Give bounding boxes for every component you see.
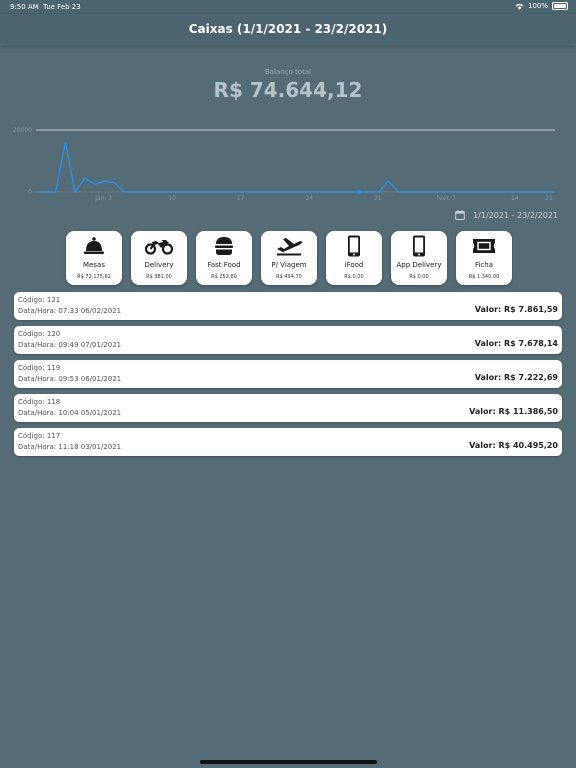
chart-x-tick-label: 31 (374, 195, 382, 202)
category-label: iFood (344, 261, 364, 269)
chart-x-tick-label: 24 (305, 195, 313, 202)
caixa-datetime: Data/Hora: 11:18 03/01/2021 (18, 443, 122, 451)
bell-icon (84, 237, 104, 254)
page-title: Caixas (1/1/2021 - 23/2/2021) (188, 22, 388, 36)
caixa-datetime: Data/Hora: 10:04 05/01/2021 (18, 409, 122, 417)
home-indicator (200, 760, 377, 764)
chart-x-tick-label: 10 (168, 195, 176, 202)
category-mesas[interactable]: Mesas R$ 72.175,62 (66, 231, 122, 285)
category-amount: R$ 252,80 (211, 274, 237, 280)
caixa-row[interactable]: Código: 119 Data/Hora: 09:53 06/01/2021 … (14, 360, 562, 388)
caixa-value: Valor: R$ 7.222,69 (474, 373, 558, 382)
category-label: Mesas (83, 261, 105, 269)
caixa-code: Código: 121 (18, 296, 61, 304)
status-bar: 9:50 AM Tue Feb 23 100% (0, 0, 576, 14)
chart-point-marker (356, 189, 362, 195)
caixa-code: Código: 119 (18, 364, 61, 372)
status-right: 100% (515, 2, 568, 10)
category-p-viagem[interactable]: P/ Viagem R$ 494,70 (261, 231, 317, 285)
caixa-value: Valor: R$ 11.386,50 (469, 407, 558, 416)
chart-series-line (36, 142, 555, 194)
battery-icon (552, 2, 568, 10)
category-ifood[interactable]: iFood R$ 0,00 (326, 231, 382, 285)
battery-percent: 100% (527, 2, 548, 10)
balance-label: Balanço total (264, 68, 312, 76)
caixa-code: Código: 120 (18, 330, 61, 338)
chart-y-tick-label: 0 (28, 189, 32, 196)
category-label: Ficha (474, 261, 494, 269)
category-amount: R$ 72.175,62 (77, 274, 111, 280)
calendar-icon (455, 210, 465, 220)
date-filter-label: 1/1/2021 - 23/2/2021 (473, 210, 558, 220)
category-app-delivery[interactable]: App Delivery R$ 0,00 (391, 231, 447, 285)
balance-chart: 0 20000 jan. 3 10 17 24 31 fevr. 7 14 21 (13, 127, 555, 202)
caixa-datetime: Data/Hora: 07:33 06/02/2021 (18, 307, 122, 315)
category-label: Delivery (144, 261, 174, 269)
motorcycle-icon (145, 240, 173, 255)
caixa-row[interactable]: Código: 118 Data/Hora: 10:04 05/01/2021 … (14, 394, 562, 422)
wifi-icon (515, 3, 524, 10)
navigation-bar: Caixas (1/1/2021 - 23/2/2021) (0, 14, 576, 46)
phone-icon (348, 235, 360, 257)
status-date: Tue Feb 23 (43, 3, 81, 11)
status-time: 9:50 AM (10, 3, 39, 11)
chart-x-tick-label: 14 (511, 195, 519, 202)
caixa-value: Valor: R$ 7.678,14 (474, 339, 558, 348)
category-label: Fast Food (207, 261, 241, 269)
category-amount: R$ 0,00 (344, 274, 364, 280)
caixa-datetime: Data/Hora: 09:49 07/01/2021 (18, 341, 122, 349)
category-amount: R$ 1.340,00 (468, 274, 500, 280)
category-amount: R$ 0,00 (409, 274, 429, 280)
category-ficha[interactable]: Ficha R$ 1.340,00 (456, 231, 512, 285)
category-bar: Mesas R$ 72.175,62 Delivery R$ 381,00 Fa… (66, 231, 512, 285)
category-amount: R$ 381,00 (146, 274, 172, 280)
caixa-code: Código: 117 (18, 432, 61, 440)
category-label: App Delivery (396, 261, 442, 269)
caixa-row[interactable]: Código: 121 Data/Hora: 07:33 06/02/2021 … (14, 292, 562, 320)
phone-icon (413, 235, 425, 257)
date-filter-button[interactable]: 1/1/2021 - 23/2/2021 (455, 210, 558, 220)
category-delivery[interactable]: Delivery R$ 381,00 (131, 231, 187, 285)
chart-x-tick-label: 21 (545, 195, 553, 202)
caixa-datetime: Data/Hora: 09:53 06/01/2021 (18, 375, 122, 383)
chart-x-tick-label: 17 (237, 195, 245, 202)
caixa-value: Valor: R$ 7.861,59 (474, 305, 558, 314)
caixa-value: Valor: R$ 40.495,20 (469, 441, 558, 450)
category-amount: R$ 494,70 (276, 274, 302, 280)
caixa-code: Código: 118 (18, 398, 61, 406)
chart-y-tick-label: 20000 (13, 127, 32, 134)
balance-value: R$ 74.644,12 (213, 78, 363, 102)
category-label: P/ Viagem (271, 261, 307, 269)
burger-icon (215, 237, 233, 255)
caixa-list: Código: 121 Data/Hora: 07:33 06/02/2021 … (14, 292, 562, 462)
caixa-row[interactable]: Código: 120 Data/Hora: 09:49 07/01/2021 … (14, 326, 562, 354)
category-fast-food[interactable]: Fast Food R$ 252,80 (196, 231, 252, 285)
caixa-row[interactable]: Código: 117 Data/Hora: 11:18 03/01/2021 … (14, 428, 562, 456)
chart-x-tick-label: jan. 3 (94, 195, 112, 202)
chart-x-tick-label: fevr. 7 (437, 195, 456, 202)
plane-icon (277, 238, 302, 256)
ticket-icon (473, 239, 495, 253)
